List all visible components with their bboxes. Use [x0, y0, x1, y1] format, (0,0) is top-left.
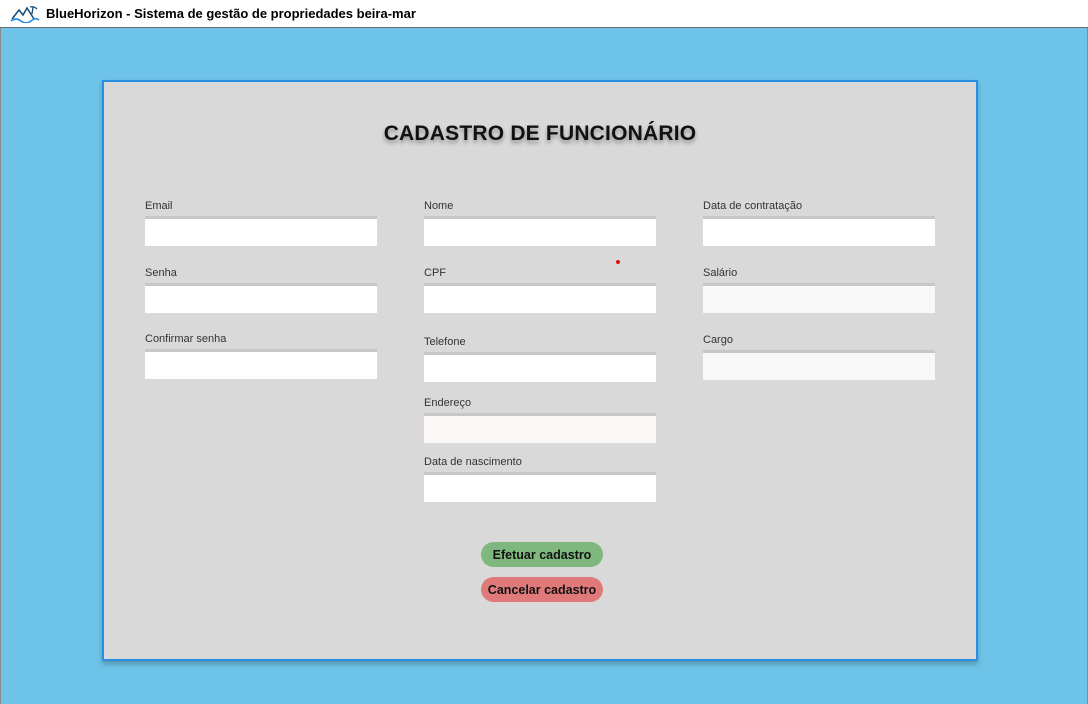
- confirmar-senha-input[interactable]: [145, 349, 377, 379]
- data-contratacao-label: Data de contratação: [703, 200, 803, 212]
- telefone-label: Telefone: [424, 336, 466, 348]
- salario-label: Salário: [703, 267, 738, 279]
- confirmar-senha-label: Confirmar senha: [145, 333, 227, 345]
- email-input[interactable]: [145, 216, 377, 246]
- senha-label: Senha: [145, 267, 177, 279]
- cargo-field-group: Cargo: [703, 333, 935, 380]
- submit-button[interactable]: Efetuar cadastro: [481, 542, 603, 567]
- data-nascimento-label: Data de nascimento: [424, 456, 522, 468]
- confirmar-senha-field-group: Confirmar senha: [145, 332, 377, 379]
- registration-card: CADASTRO DE FUNCIONÁRIO Email Senha Conf…: [102, 80, 978, 661]
- data-contratacao-input[interactable]: [703, 216, 935, 246]
- cargo-input[interactable]: [703, 350, 935, 380]
- nome-input[interactable]: [424, 216, 656, 246]
- cursor-marker-dot: [616, 260, 620, 264]
- telefone-field-group: Telefone: [424, 335, 656, 382]
- cargo-label: Cargo: [703, 334, 733, 346]
- email-field-group: Email: [145, 199, 377, 246]
- endereco-label: Endereço: [424, 397, 472, 409]
- beach-waves-logo-icon: [10, 5, 40, 23]
- data-nascimento-field-group: Data de nascimento: [424, 455, 656, 502]
- senha-input[interactable]: [145, 283, 377, 313]
- endereco-field-group: Endereço: [424, 396, 656, 443]
- endereco-input[interactable]: [424, 413, 656, 443]
- data-nascimento-input[interactable]: [424, 472, 656, 502]
- salario-input[interactable]: [703, 283, 935, 313]
- telefone-input[interactable]: [424, 352, 656, 382]
- senha-field-group: Senha: [145, 266, 377, 313]
- cancel-button[interactable]: Cancelar cadastro: [481, 577, 603, 602]
- title-bar: BlueHorizon - Sistema de gestão de propr…: [0, 0, 1088, 28]
- nome-field-group: Nome: [424, 199, 656, 246]
- nome-label: Nome: [424, 200, 454, 212]
- salario-field-group: Salário: [703, 266, 935, 313]
- data-contratacao-field-group: Data de contratação: [703, 199, 935, 246]
- cpf-field-group: CPF: [424, 266, 656, 313]
- window-title: BlueHorizon - Sistema de gestão de propr…: [46, 6, 416, 21]
- app-frame: CADASTRO DE FUNCIONÁRIO Email Senha Conf…: [0, 28, 1088, 704]
- cpf-label: CPF: [424, 267, 446, 279]
- page-title: CADASTRO DE FUNCIONÁRIO: [383, 122, 697, 145]
- cpf-input[interactable]: [424, 283, 656, 313]
- email-label: Email: [145, 200, 173, 212]
